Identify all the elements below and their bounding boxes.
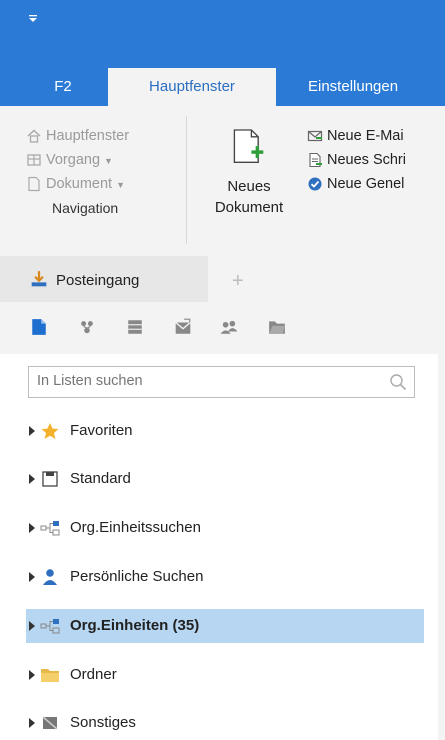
standard-icon [42,471,58,487]
nav-vorgang-button[interactable]: Vorgang ▼ [26,149,113,171]
add-tab-button[interactable]: + [232,270,244,293]
new-email-button[interactable]: Neue E-Mai [307,125,404,147]
inbox-icon [31,271,47,287]
nav-hauptfenster-label: Hauptfenster [46,128,130,144]
nav-vorgang-label: Vorgang [46,152,101,168]
expand-arrow-icon[interactable] [29,426,35,436]
tree-label-persoenliche-suchen: Persönliche Suchen [70,568,204,585]
tree-item-org-einheiten[interactable]: Org.Einheiten (35) [26,609,424,643]
person-icon [43,569,57,585]
new-document-label-line2: Dokument [214,199,284,216]
org-unit-icon [40,521,60,536]
vorgang-icon [27,154,41,166]
mail-filter-icon[interactable] [174,318,192,336]
tree-label-org-einheiten: Org.Einheiten (35) [70,617,200,634]
folder-icon [41,669,59,682]
tree-item-ordner[interactable]: Ordner [26,658,424,692]
new-document-icon [233,129,264,163]
letter-icon [309,153,322,168]
chevron-down-icon: ▼ [104,156,113,166]
tree-item-org-einheitssuchen[interactable]: Org.Einheitssuchen [26,511,424,545]
tab-f2[interactable]: F2 [40,68,86,106]
chevron-down-icon: ▼ [116,180,126,190]
org-unit-icon [40,619,60,634]
tab-hauptfenster[interactable]: Hauptfenster [108,68,276,106]
tab-posteingang-label: Posteingang [56,272,140,289]
tab-einstellungen[interactable]: Einstellungen [296,68,445,106]
tree-label-sonstiges: Sonstiges [70,714,136,731]
tree-label-standard: Standard [70,470,131,487]
nav-hauptfenster-button[interactable]: Hauptfenster [26,125,129,147]
folder-filter-icon[interactable] [268,318,286,336]
search-box [28,366,415,398]
group-label-navigation: Navigation [52,200,119,216]
nav-dokument-label: Dokument [46,176,113,192]
expand-arrow-icon[interactable] [29,670,35,680]
new-document-button[interactable]: Neues Dokument [204,128,294,238]
ribbon-separator [186,116,187,244]
expand-arrow-icon[interactable] [29,474,35,484]
tree-label-favoriten: Favoriten [70,422,133,439]
right-edge-strip [438,256,445,740]
new-letter-button[interactable]: Neues Schri [307,149,406,171]
tree-label-ordner: Ordner [70,666,117,683]
expand-arrow-icon[interactable] [29,621,35,631]
workflow-filter-icon[interactable] [78,318,96,336]
misc-icon [42,716,58,730]
expand-arrow-icon[interactable] [29,523,35,533]
star-icon [41,423,59,439]
document-filter-icon[interactable] [30,318,48,336]
title-bar [0,0,445,68]
new-document-label-line1: Neues [227,178,271,195]
new-approval-button[interactable]: Neue Genel [307,173,404,195]
expand-arrow-icon[interactable] [29,572,35,582]
contacts-filter-icon[interactable] [220,318,238,336]
nav-dokument-button[interactable]: Dokument ▼ [26,173,125,195]
list-filter-icon[interactable] [126,318,144,336]
new-letter-label: Neues Schri [327,152,406,168]
dropdown-arrow-icon[interactable] [28,14,38,24]
tree-item-sonstiges[interactable]: Sonstiges [26,706,424,740]
home-icon [27,129,41,143]
new-approval-label: Neue Genel [327,176,405,192]
approval-icon [308,177,322,191]
search-icon[interactable] [388,372,408,392]
expand-arrow-icon[interactable] [29,718,35,728]
tree-item-favoriten[interactable]: Favoriten [26,414,424,448]
new-email-label: Neue E-Mai [327,128,404,144]
tree-item-persoenliche-suchen[interactable]: Persönliche Suchen [26,560,424,594]
ribbon-tabs: F2 Hauptfenster Einstellungen [0,68,445,106]
document-icon [28,177,40,192]
email-icon [307,131,323,142]
tree-item-standard[interactable]: Standard [26,462,424,496]
tree-label-org-einheitssuchen: Org.Einheitssuchen [70,519,201,536]
search-input[interactable] [29,367,377,395]
